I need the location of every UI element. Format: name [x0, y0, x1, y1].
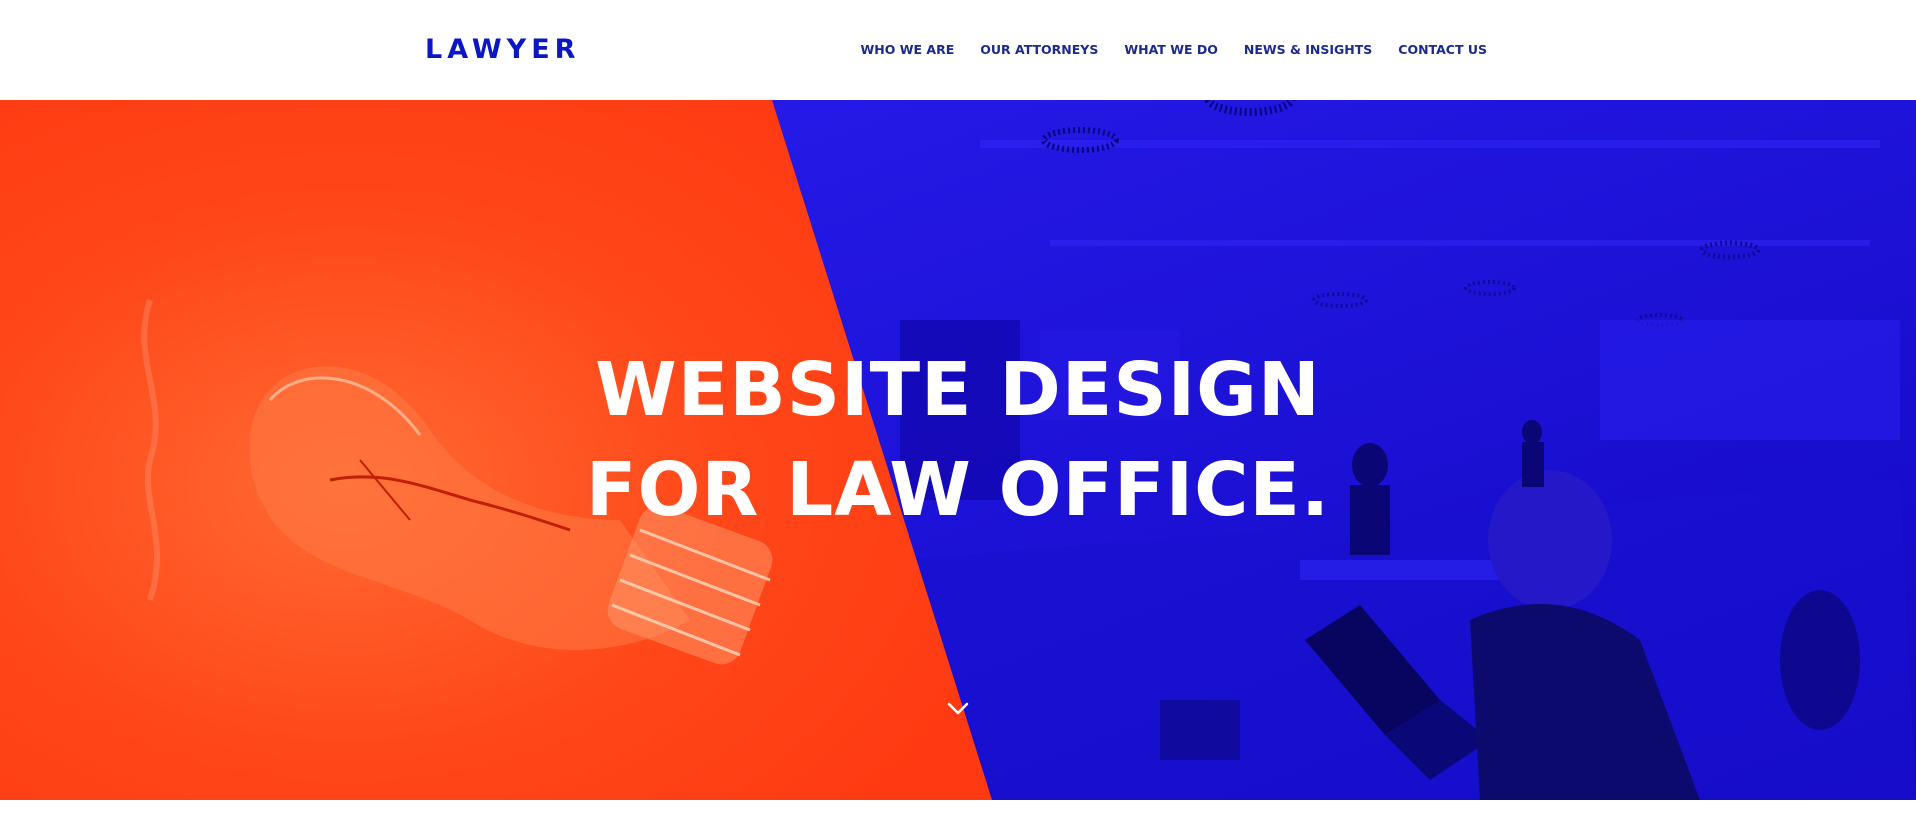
nav-item-who-we-are[interactable]: WHO WE ARE — [861, 42, 955, 57]
hero-title-line-2: FOR LAW OFFICE. — [585, 447, 1331, 533]
hero-section: WEBSITE DESIGN FOR LAW OFFICE. — [0, 100, 1916, 800]
hero-title-line-1: WEBSITE DESIGN — [595, 347, 1321, 433]
main-nav: WHO WE ARE OUR ATTORNEYS WHAT WE DO NEWS… — [861, 42, 1488, 57]
nav-item-news-insights[interactable]: NEWS & INSIGHTS — [1244, 42, 1372, 57]
page: LAWYER WHO WE ARE OUR ATTORNEYS WHAT WE … — [0, 0, 1916, 813]
nav-item-what-we-do[interactable]: WHAT WE DO — [1124, 42, 1218, 57]
site-logo[interactable]: LAWYER — [425, 34, 580, 65]
hero-title: WEBSITE DESIGN FOR LAW OFFICE. — [0, 340, 1916, 540]
site-header: LAWYER WHO WE ARE OUR ATTORNEYS WHAT WE … — [0, 0, 1916, 100]
section-divider — [0, 800, 1916, 813]
nav-item-our-attorneys[interactable]: OUR ATTORNEYS — [980, 42, 1098, 57]
chevron-down-icon — [947, 702, 969, 715]
scroll-down-button[interactable] — [945, 698, 971, 720]
nav-item-contact-us[interactable]: CONTACT US — [1398, 42, 1487, 57]
